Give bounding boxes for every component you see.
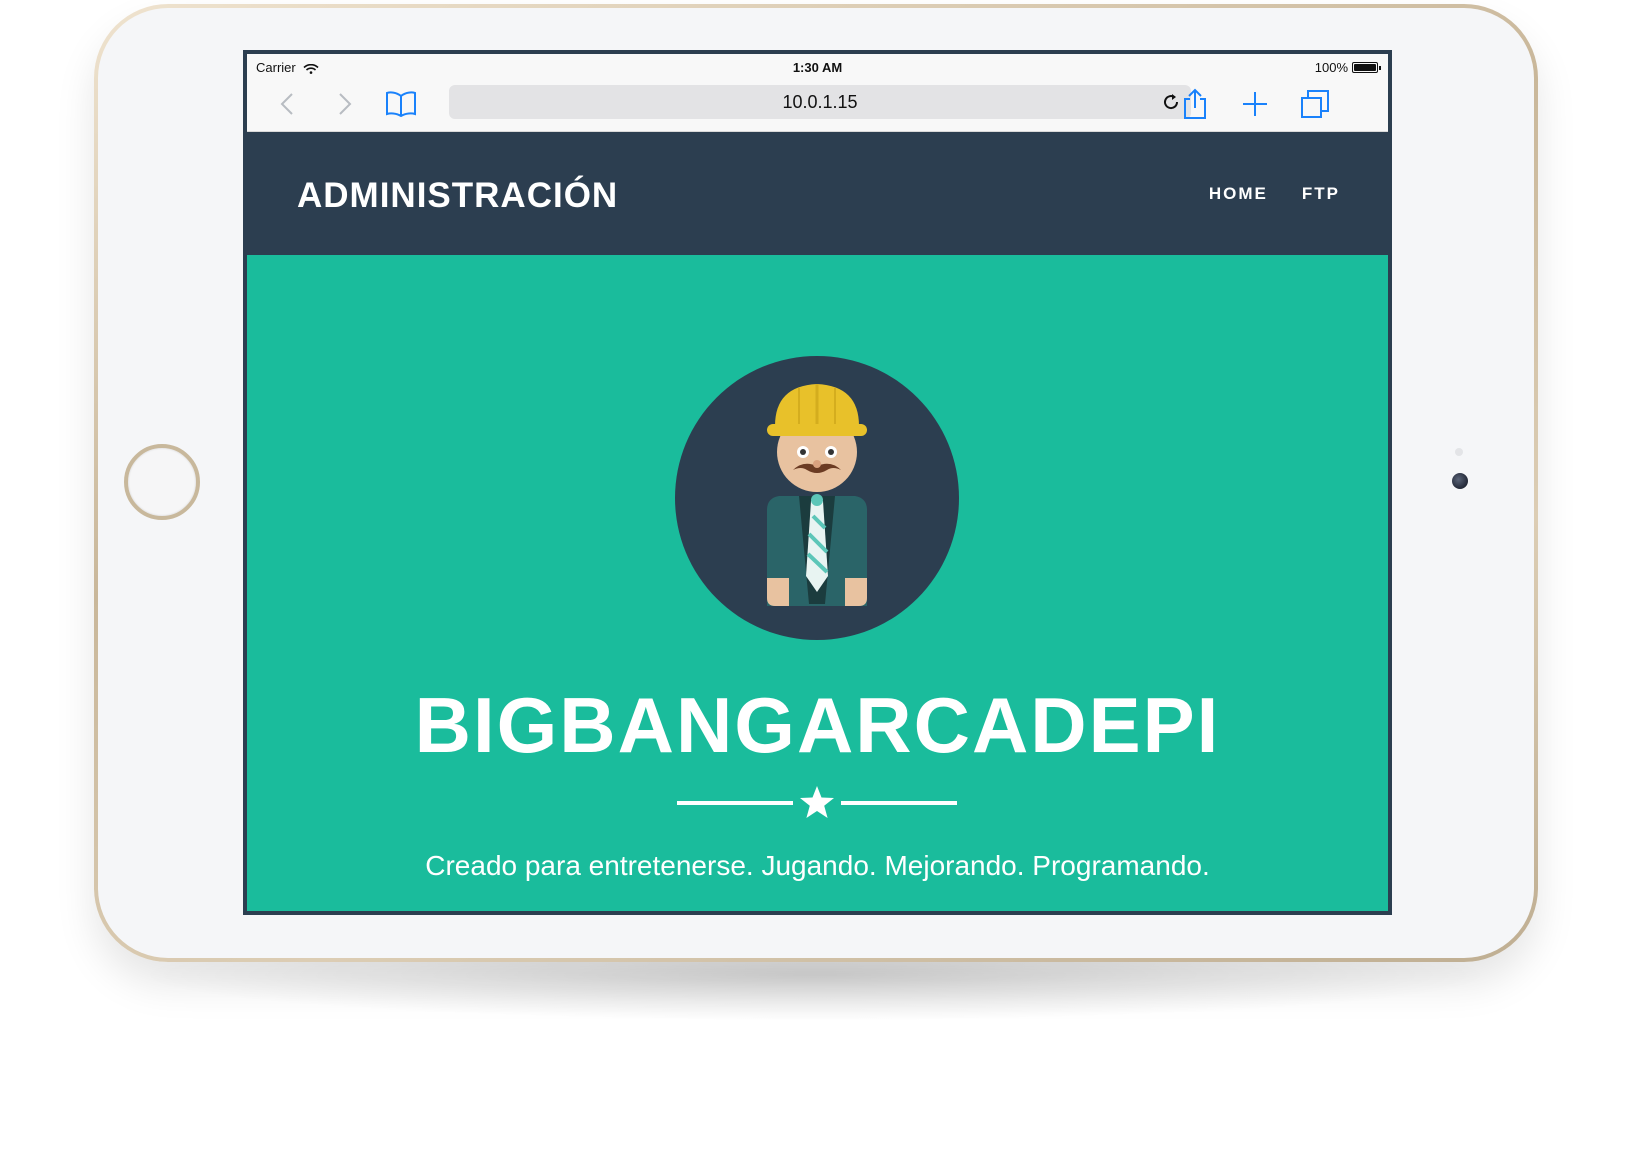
light-sensor [1455,448,1463,456]
home-button [124,444,200,520]
status-time: 1:30 AM [792,60,843,75]
nav-links: HOME FTP [1209,184,1340,204]
share-icon [1184,88,1206,119]
hero-section: BIGBANGARCADEPI Creado para entretenerse… [247,255,1388,911]
tablet-screen: Carrier 1:30 AM 100% 10.0.1.15 ADMINISTR… [243,50,1392,915]
camera-lens [1452,473,1468,489]
site-brand[interactable]: ADMINISTRACIÓN [297,176,618,216]
tabs-icon [1301,90,1329,118]
back-button[interactable] [269,86,305,122]
engineer-avatar-illustration [767,384,867,606]
nav-link-home[interactable]: HOME [1209,184,1268,204]
device-mockup-stage: Carrier 1:30 AM 100% 10.0.1.15 ADMINISTR… [0,0,1626,1162]
battery-icon [1352,62,1381,73]
star-icon [800,786,834,818]
battery-indicator: 100% [1314,60,1381,75]
new-tab-button[interactable] [1237,86,1273,122]
star-divider [677,785,957,819]
browser-toolbar: 10.0.1.15 [247,80,1388,132]
new-tab-icon [1243,92,1267,116]
nav-link-ftp[interactable]: FTP [1302,184,1340,204]
back-icon [280,93,293,115]
divider-line-left [677,801,793,805]
address-bar[interactable]: 10.0.1.15 [449,85,1191,119]
battery-percent: 100% [1314,60,1348,75]
site-navbar: ADMINISTRACIÓN HOME FTP [247,132,1388,255]
share-button[interactable] [1177,86,1213,122]
tabs-button[interactable] [1297,86,1333,122]
browser-chrome: Carrier 1:30 AM 100% 10.0.1.15 [247,54,1388,132]
url-text: 10.0.1.15 [782,91,858,112]
bookmarks-icon [386,91,416,117]
avatar [675,356,959,640]
divider-line-right [841,801,957,805]
hero-title: BIGBANGARCADEPI [414,681,1221,769]
hero-tagline: Creado para entretenerse. Jugando. Mejor… [425,850,1210,881]
status-bar: Carrier 1:30 AM 100% [247,54,1388,80]
forward-button[interactable] [327,86,363,122]
forward-icon [339,93,352,115]
bookmarks-button[interactable] [383,86,419,122]
